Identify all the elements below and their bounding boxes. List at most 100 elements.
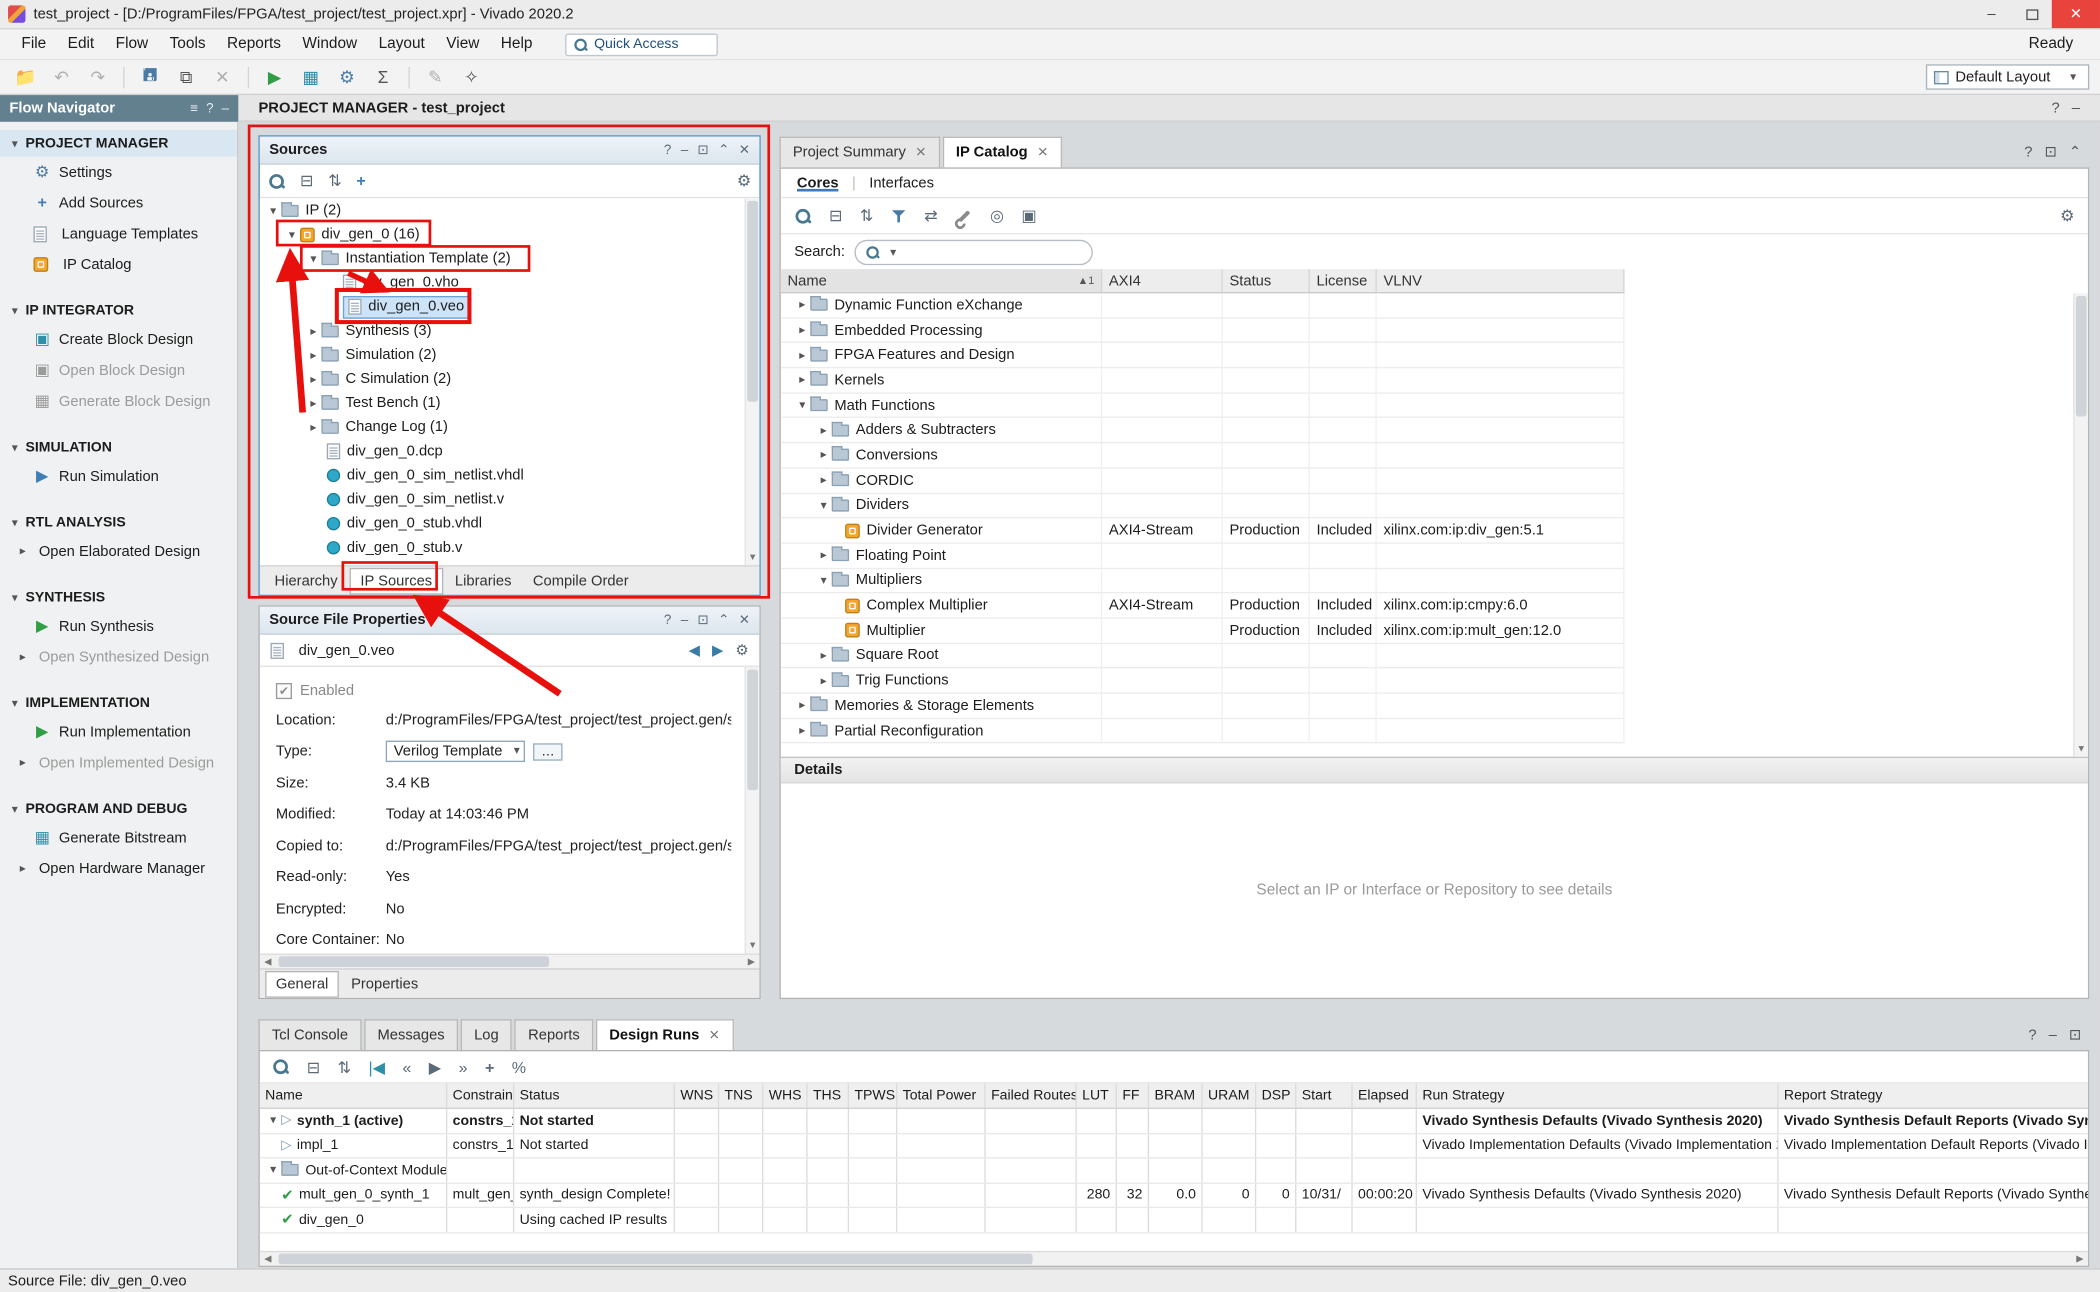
menu-help[interactable]: Help bbox=[490, 32, 543, 56]
ip-core-row[interactable]: Divider GeneratorAXI4-StreamProductionIn… bbox=[781, 519, 1625, 544]
expand-chevron[interactable]: ▸ bbox=[794, 323, 810, 338]
minimize-icon[interactable]: – bbox=[2049, 1027, 2057, 1043]
edit-icon[interactable]: ✎ bbox=[421, 64, 450, 91]
percent-icon[interactable]: % bbox=[512, 1057, 526, 1076]
sidebar-item-open-elaborated-design[interactable]: ▸ Open Elaborated Design bbox=[0, 536, 237, 567]
expand-chevron-icon[interactable]: ▸ bbox=[15, 544, 31, 559]
tab-project-summary[interactable]: Project Summary ✕ bbox=[779, 137, 939, 168]
column-name[interactable]: Name bbox=[260, 1083, 447, 1107]
settings-gear-icon[interactable]: ⚙ bbox=[735, 642, 748, 659]
delete-icon[interactable]: ✕ bbox=[208, 64, 237, 91]
run-row-div-gen-0[interactable]: ✔div_gen_0 Using cached IP results bbox=[260, 1208, 2088, 1233]
ip-category-row[interactable]: ▾Math Functions bbox=[781, 393, 1625, 418]
expand-chevron[interactable]: ▾ bbox=[794, 398, 810, 413]
menu-reports[interactable]: Reports bbox=[216, 32, 291, 56]
expand-chevron[interactable]: ▾ bbox=[305, 251, 321, 266]
column-elapsed[interactable]: Elapsed bbox=[1353, 1083, 1417, 1107]
settings-gear-icon[interactable]: ⚙ bbox=[737, 171, 751, 190]
more-options-button[interactable]: … bbox=[533, 743, 562, 760]
scrollbar-thumb[interactable] bbox=[2076, 296, 2087, 417]
column-tns[interactable]: TNS bbox=[719, 1083, 763, 1107]
sidebar-item-settings[interactable]: ⚙ Settings bbox=[0, 157, 237, 188]
help-icon[interactable]: ? bbox=[664, 613, 671, 628]
horizontal-scrollbar[interactable]: ◀ ▶ bbox=[260, 1251, 2088, 1266]
scroll-right-icon[interactable]: ▶ bbox=[743, 956, 759, 967]
expand-chevron[interactable]: ▸ bbox=[305, 420, 321, 435]
search-icon[interactable] bbox=[272, 1058, 289, 1075]
tree-item-stub-v[interactable]: div_gen_0_stub.v bbox=[260, 536, 760, 560]
close-icon[interactable]: ✕ bbox=[739, 613, 750, 628]
column-uram[interactable]: URAM bbox=[1203, 1083, 1257, 1107]
ip-core-row[interactable]: Complex MultiplierAXI4-StreamProductionI… bbox=[781, 594, 1625, 619]
tab-tcl-console[interactable]: Tcl Console bbox=[258, 1019, 361, 1050]
type-select[interactable]: Verilog Template bbox=[386, 741, 525, 762]
column-status[interactable]: Status bbox=[514, 1083, 675, 1107]
collapse-icon[interactable]: ⌃ bbox=[718, 613, 729, 628]
tab-reports[interactable]: Reports bbox=[515, 1019, 593, 1050]
ip-category-row[interactable]: ▸Kernels bbox=[781, 368, 1625, 393]
scroll-down-icon[interactable]: ▼ bbox=[746, 939, 759, 954]
column-ff[interactable]: FF bbox=[1117, 1083, 1149, 1107]
tree-item-test-bench[interactable]: ▸Test Bench (1) bbox=[260, 391, 760, 415]
expand-chevron[interactable]: ▾ bbox=[265, 1113, 281, 1128]
tab-properties[interactable]: Properties bbox=[342, 972, 428, 996]
menu-edit[interactable]: Edit bbox=[57, 32, 105, 56]
column-ths[interactable]: THS bbox=[808, 1083, 850, 1107]
help-icon[interactable]: ? bbox=[2024, 144, 2032, 160]
vertical-scrollbar[interactable]: ▼ bbox=[2073, 293, 2088, 756]
sidebar-item-open-hardware-manager[interactable]: ▸ Open Hardware Manager bbox=[0, 853, 237, 884]
column-bram[interactable]: BRAM bbox=[1149, 1083, 1203, 1107]
restart-run-icon[interactable]: |◀ bbox=[368, 1057, 385, 1076]
details-header[interactable]: Details bbox=[781, 757, 2088, 784]
float-icon[interactable]: ⊡ bbox=[698, 143, 709, 158]
minimize-icon[interactable]: – bbox=[2072, 100, 2080, 116]
sidebar-item-open-synthesized-design[interactable]: ▸ Open Synthesized Design bbox=[0, 642, 237, 673]
tab-hierarchy[interactable]: Hierarchy bbox=[265, 569, 347, 593]
resume-run-icon[interactable]: ▶ bbox=[429, 1057, 441, 1076]
ip-category-row[interactable]: ▸Memories & Storage Elements bbox=[781, 694, 1625, 719]
sidebar-item-generate-bitstream[interactable]: ▦ Generate Bitstream bbox=[0, 822, 237, 853]
ip-category-row[interactable]: ▸CORDIC bbox=[781, 468, 1625, 493]
tree-item-synthesis[interactable]: ▸Synthesis (3) bbox=[260, 319, 760, 343]
sidebar-item-ip-catalog[interactable]: IP Catalog bbox=[0, 249, 237, 280]
layout-select[interactable]: Default Layout ▾ bbox=[1926, 64, 2089, 89]
section-header-implementation[interactable]: ▾ IMPLEMENTATION bbox=[0, 690, 237, 717]
scroll-right-icon[interactable]: ▶ bbox=[2072, 1254, 2088, 1265]
run-row-ooc-module-runs[interactable]: ▾Out-of-Context Module Runs bbox=[260, 1158, 2088, 1183]
scrollbar-thumb[interactable] bbox=[279, 956, 550, 967]
close-icon[interactable]: ✕ bbox=[739, 143, 750, 158]
horizontal-scrollbar[interactable]: ◀ ▶ bbox=[260, 954, 760, 969]
column-vlnv[interactable]: VLNV bbox=[1377, 269, 1625, 292]
section-header-project-manager[interactable]: ▾ PROJECT MANAGER bbox=[0, 130, 237, 157]
sources-panel-header[interactable]: Sources ? – ⊡ ⌃ ✕ bbox=[260, 137, 760, 165]
tab-log[interactable]: Log bbox=[461, 1019, 512, 1050]
expand-chevron-icon[interactable]: ▸ bbox=[15, 861, 31, 876]
ip-category-row[interactable]: ▸Floating Point bbox=[781, 544, 1625, 569]
ip-category-row[interactable]: ▸Square Root bbox=[781, 644, 1625, 669]
run-row-impl-1[interactable]: ▷impl_1 constrs_1 Not started Vivado Imp… bbox=[260, 1134, 2088, 1159]
minimize-icon[interactable]: – bbox=[681, 613, 688, 628]
ip-category-row[interactable]: ▸Conversions bbox=[781, 443, 1625, 468]
expand-chevron[interactable]: ▸ bbox=[794, 373, 810, 388]
expand-chevron[interactable]: ▸ bbox=[816, 548, 832, 563]
menu-view[interactable]: View bbox=[436, 32, 491, 56]
quick-access-search[interactable]: Quick Access bbox=[565, 33, 718, 56]
expand-chevron[interactable]: ▸ bbox=[794, 298, 810, 313]
tree-item-div-gen-0-vho[interactable]: div_gen_0.vho bbox=[260, 271, 760, 295]
ip-category-row[interactable]: ▸Trig Functions bbox=[781, 669, 1625, 694]
flow-reports-icon[interactable]: ▦ bbox=[296, 64, 325, 91]
column-status[interactable]: Status bbox=[1223, 269, 1310, 292]
run-row-mult-gen-0-synth-1[interactable]: ✔mult_gen_0_synth_1 mult_gen_0 synth_des… bbox=[260, 1183, 2088, 1208]
section-header-program-and-debug[interactable]: ▾ PROGRAM AND DEBUG bbox=[0, 796, 237, 823]
wrench-icon[interactable] bbox=[955, 207, 972, 224]
tree-item-div-gen-0-veo[interactable]: div_gen_0.veo bbox=[260, 295, 760, 319]
run-icon[interactable]: ▶ bbox=[260, 64, 289, 91]
column-whs[interactable]: WHS bbox=[763, 1083, 807, 1107]
expand-chevron[interactable]: ▾ bbox=[265, 203, 281, 218]
vertical-scrollbar[interactable]: ▼ bbox=[745, 667, 760, 954]
settings-gear-icon[interactable]: ⚙ bbox=[332, 64, 361, 91]
expand-chevron[interactable]: ▸ bbox=[816, 473, 832, 488]
help-icon[interactable]: ? bbox=[664, 143, 671, 158]
column-license[interactable]: License bbox=[1310, 269, 1377, 292]
expand-chevron[interactable]: ▸ bbox=[794, 698, 810, 713]
